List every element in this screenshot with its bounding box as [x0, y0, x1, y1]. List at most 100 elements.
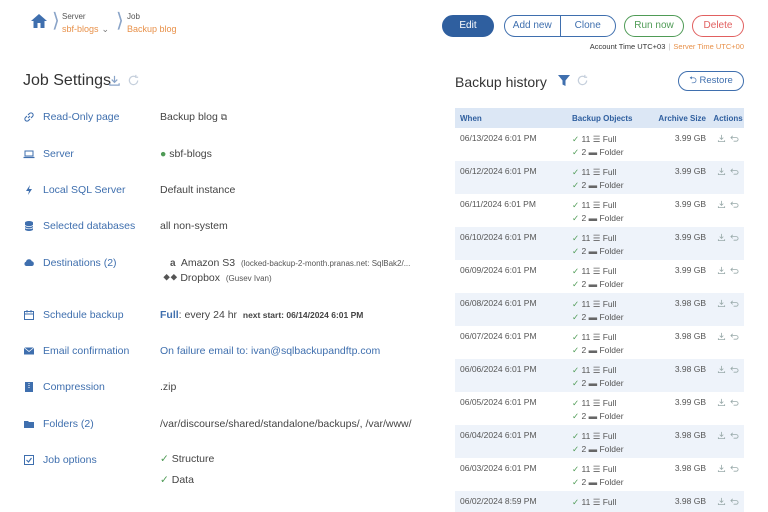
table-row[interactable]: 06/06/2024 6:01 PM ✓ 11 ☰ Full ✓ 2 ▬ Folde… [455, 359, 744, 392]
download-icon[interactable] [717, 233, 726, 242]
check-icon: ✓ [572, 398, 580, 408]
database-icon: ☰ [592, 167, 601, 177]
backup-history-actions [557, 74, 589, 87]
home-icon[interactable] [30, 12, 48, 30]
restore-icon[interactable] [730, 398, 739, 407]
setting-folders: Folders (2) /var/discourse/shared/standa… [23, 417, 443, 431]
archive-icon [25, 382, 33, 392]
restore-icon[interactable] [730, 299, 739, 308]
folder-icon: ▬ [588, 246, 598, 256]
read-only-page-link[interactable]: Backup blog ⧉ [160, 110, 227, 124]
download-icon[interactable] [717, 134, 726, 143]
restore-icon[interactable] [730, 497, 739, 506]
row-when: 06/11/2024 6:01 PM [460, 199, 536, 209]
destination-amazon-s3: a Amazon S3 (locked-backup-2-month.prana… [170, 257, 411, 269]
check-icon: ✓ [572, 477, 580, 487]
job-settings-title: Job Settings [23, 72, 112, 89]
row-when: 06/03/2024 6:01 PM [460, 463, 537, 473]
row-when: 06/09/2024 6:01 PM [460, 265, 537, 275]
filter-icon[interactable] [557, 74, 571, 87]
restore-icon[interactable] [730, 266, 739, 275]
download-icon[interactable] [108, 74, 121, 87]
restore-icon[interactable] [730, 464, 739, 473]
server-link[interactable]: ● sbf-blogs [160, 147, 212, 161]
row-actions [712, 199, 744, 209]
restore-icon[interactable] [730, 431, 739, 440]
row-actions [712, 430, 744, 440]
row-objects: ✓ 11 ☰ Full ✓ 2 ▬ Folder [572, 233, 624, 256]
page-header: ⟩ Server sbf-blogs ⌄ ⟩ Job Backup blog Ed… [0, 0, 768, 60]
check-icon: ✓ [572, 233, 580, 243]
row-objects: ✓ 11 ☰ Full ✓ 2 ▬ Folder [572, 464, 624, 487]
row-objects: ✓ 11 ☰ Full ✓ 2 ▬ Folder [572, 266, 624, 289]
table-row[interactable]: 06/07/2024 6:01 PM ✓ 11 ☰ Full ✓ 2 ▬ Folde… [455, 326, 744, 359]
folder-icon: ▬ [588, 213, 598, 223]
download-icon[interactable] [717, 497, 726, 506]
setting-server: Server ● sbf-blogs [23, 147, 443, 161]
check-icon: ✓ [572, 345, 580, 355]
edit-button[interactable]: Edit [442, 15, 494, 37]
folder-icon: ▬ [588, 147, 598, 157]
table-row[interactable]: 06/02/2024 8:59 PM ✓ 11 ☰ Full 3.98 GB [455, 491, 744, 512]
row-actions [712, 166, 744, 176]
check-icon: ✓ [572, 299, 580, 309]
table-row[interactable]: 06/09/2024 6:01 PM ✓ 11 ☰ Full ✓ 2 ▬ Folde… [455, 260, 744, 293]
download-icon[interactable] [717, 266, 726, 275]
refresh-icon[interactable] [576, 74, 589, 87]
row-when: 06/10/2024 6:01 PM [460, 232, 537, 242]
row-actions [712, 232, 744, 242]
checkbox-icon [24, 455, 34, 465]
row-when: 06/04/2024 6:01 PM [460, 430, 537, 440]
add-new-button[interactable]: Add new [505, 16, 560, 36]
table-row[interactable]: 06/04/2024 6:01 PM ✓ 11 ☰ Full ✓ 2 ▬ Folde… [455, 425, 744, 458]
table-row[interactable]: 06/13/2024 6:01 PM ✓ 11 ☰ Full ✓ 2 ▬ Folde… [455, 128, 744, 161]
refresh-icon[interactable] [127, 74, 140, 87]
table-row[interactable]: 06/11/2024 6:01 PM ✓ 11 ☰ Full ✓ 2 ▬ Folde… [455, 194, 744, 227]
table-row[interactable]: 06/08/2024 6:01 PM ✓ 11 ☰ Full ✓ 2 ▬ Folde… [455, 293, 744, 326]
download-icon[interactable] [717, 365, 726, 374]
check-icon: ✓ [572, 312, 580, 322]
backup-history-title: Backup history [455, 74, 547, 90]
chevron-down-icon: ⌄ [101, 24, 110, 34]
row-objects: ✓ 11 ☰ Full ✓ 2 ▬ Folder [572, 200, 624, 223]
row-actions [712, 133, 744, 143]
download-icon[interactable] [717, 431, 726, 440]
restore-icon[interactable] [730, 167, 739, 176]
restore-icon[interactable] [730, 200, 739, 209]
restore-button[interactable]: ⮌ Restore [678, 71, 744, 91]
restore-icon[interactable] [730, 134, 739, 143]
check-icon: ✓ [572, 464, 580, 474]
folder-icon: ▬ [588, 180, 598, 190]
check-icon: ✓ [572, 378, 580, 388]
download-icon[interactable] [717, 299, 726, 308]
delete-button[interactable]: Delete [692, 15, 744, 37]
table-row[interactable]: 06/12/2024 6:01 PM ✓ 11 ☰ Full ✓ 2 ▬ Folde… [455, 161, 744, 194]
check-icon: ✓ [572, 147, 580, 157]
check-icon: ✓ [572, 497, 580, 507]
check-icon: ✓ [572, 266, 580, 276]
row-size: 3.99 GB [674, 199, 706, 209]
download-icon[interactable] [717, 464, 726, 473]
restore-icon[interactable] [730, 233, 739, 242]
download-icon[interactable] [717, 167, 726, 176]
table-row[interactable]: 06/03/2024 6:01 PM ✓ 11 ☰ Full ✓ 2 ▬ Folde… [455, 458, 744, 491]
check-icon: ✓ [572, 444, 580, 454]
download-icon[interactable] [717, 200, 726, 209]
database-icon: ☰ [592, 464, 601, 474]
check-icon: ✓ [572, 200, 580, 210]
table-row[interactable]: 06/05/2024 6:01 PM ✓ 11 ☰ Full ✓ 2 ▬ Folde… [455, 392, 744, 425]
check-icon: ✓ [572, 431, 580, 441]
folder-icon: ▬ [588, 444, 598, 454]
table-header: When Backup Objects Archive Size Actions [455, 108, 744, 128]
download-icon[interactable] [717, 332, 726, 341]
run-now-button[interactable]: Run now [624, 15, 684, 37]
breadcrumb-server[interactable]: Server sbf-blogs ⌄ [62, 12, 109, 36]
folder-icon: ▬ [588, 378, 598, 388]
dropbox-icon: ⯁⯁ [163, 273, 178, 283]
restore-icon[interactable] [730, 365, 739, 374]
check-icon: ✓ [572, 167, 580, 177]
table-row[interactable]: 06/10/2024 6:01 PM ✓ 11 ☰ Full ✓ 2 ▬ Folde… [455, 227, 744, 260]
download-icon[interactable] [717, 398, 726, 407]
restore-icon[interactable] [730, 332, 739, 341]
clone-button[interactable]: Clone [559, 16, 616, 36]
